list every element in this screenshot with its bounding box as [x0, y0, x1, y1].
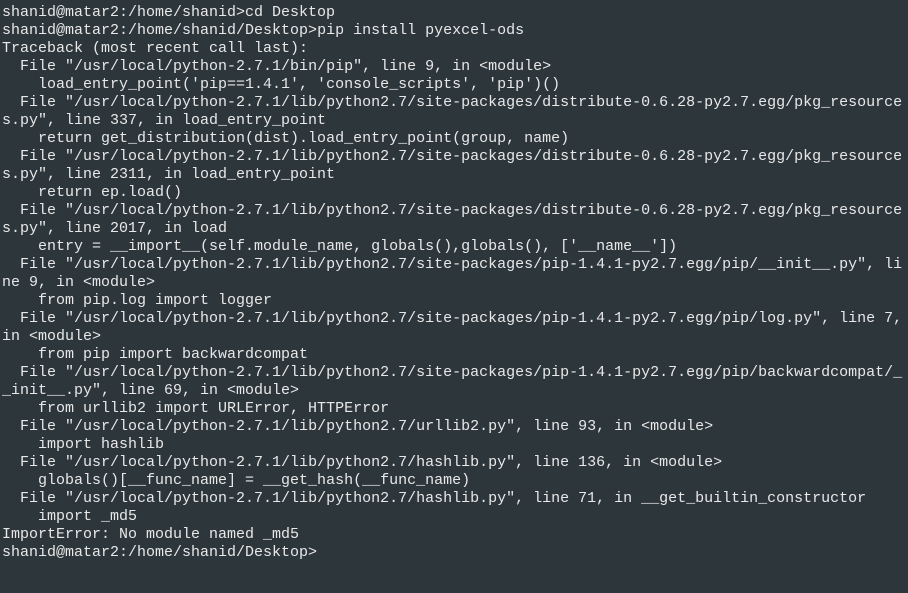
terminal-output-line: return get_distribution(dist).load_entry… [2, 130, 906, 148]
terminal-output-line: File "/usr/local/python-2.7.1/lib/python… [2, 202, 906, 238]
terminal-output-line: globals()[__func_name] = __get_hash(__fu… [2, 472, 906, 490]
shell-prompt: shanid@matar2:/home/shanid> [2, 4, 245, 21]
terminal-output-line: File "/usr/local/python-2.7.1/lib/python… [2, 364, 906, 400]
shell-prompt: shanid@matar2:/home/shanid/Desktop> [2, 22, 317, 39]
shell-command: cd Desktop [245, 4, 335, 21]
terminal-output-line: load_entry_point('pip==1.4.1', 'console_… [2, 76, 906, 94]
terminal-output-line: entry = __import__(self.module_name, glo… [2, 238, 906, 256]
terminal-output-line: File "/usr/local/python-2.7.1/lib/python… [2, 94, 906, 130]
terminal-output-line: import _md5 [2, 508, 906, 526]
terminal-output-line: import hashlib [2, 436, 906, 454]
shell-prompt-line[interactable]: shanid@matar2:/home/shanid/Desktop> [2, 544, 906, 562]
terminal-output-line: from pip.log import logger [2, 292, 906, 310]
shell-prompt: shanid@matar2:/home/shanid/Desktop> [2, 544, 317, 561]
terminal-output-line: return ep.load() [2, 184, 906, 202]
terminal-output-line: File "/usr/local/python-2.7.1/lib/python… [2, 454, 906, 472]
shell-prompt-line[interactable]: shanid@matar2:/home/shanid>cd Desktop [2, 4, 906, 22]
terminal-output-line: from pip import backwardcompat [2, 346, 906, 364]
terminal-output-line: File "/usr/local/python-2.7.1/lib/python… [2, 418, 906, 436]
terminal-output-line: File "/usr/local/python-2.7.1/bin/pip", … [2, 58, 906, 76]
terminal-output-line: from urllib2 import URLError, HTTPError [2, 400, 906, 418]
shell-prompt-line[interactable]: shanid@matar2:/home/shanid/Desktop>pip i… [2, 22, 906, 40]
terminal-output-line: File "/usr/local/python-2.7.1/lib/python… [2, 256, 906, 292]
terminal-viewport[interactable]: shanid@matar2:/home/shanid>cd Desktopsha… [0, 0, 908, 566]
terminal-output-line: Traceback (most recent call last): [2, 40, 906, 58]
terminal-output-line: File "/usr/local/python-2.7.1/lib/python… [2, 490, 906, 508]
terminal-output-line: File "/usr/local/python-2.7.1/lib/python… [2, 310, 906, 346]
shell-command: pip install pyexcel-ods [317, 22, 524, 39]
terminal-output-line: File "/usr/local/python-2.7.1/lib/python… [2, 148, 906, 184]
terminal-output-line: ImportError: No module named _md5 [2, 526, 906, 544]
